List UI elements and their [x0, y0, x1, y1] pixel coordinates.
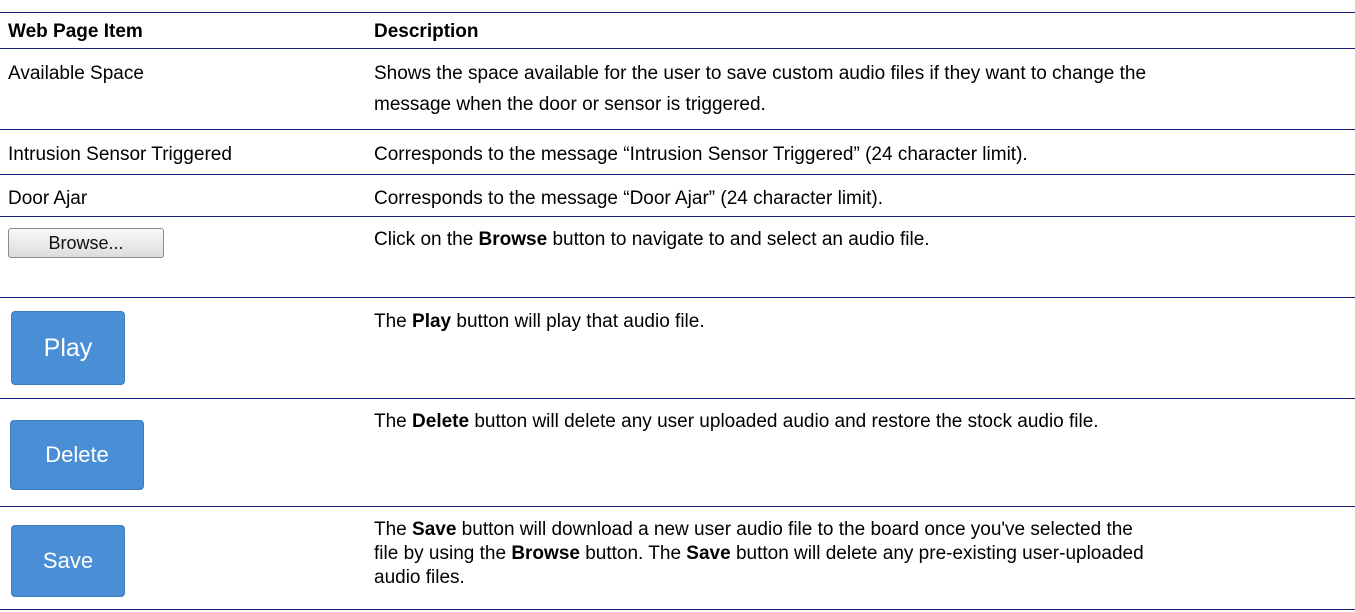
- item-door-ajar: Door Ajar: [8, 188, 88, 209]
- save-button[interactable]: Save: [11, 525, 125, 597]
- description-text: button. The: [579, 543, 687, 564]
- description-line: file by using the Browse button. The Sav…: [374, 542, 1334, 566]
- description-line: audio files.: [374, 567, 465, 588]
- delete-button[interactable]: Delete: [10, 420, 144, 490]
- item-available-space: Available Space: [8, 63, 144, 84]
- description-text: button to navigate to and select an audi…: [547, 229, 930, 250]
- description-bold: Browse: [478, 229, 548, 250]
- play-button[interactable]: Play: [11, 311, 125, 385]
- table-header-row: Web Page Item Description: [0, 12, 1355, 49]
- table-row: Available Space Shows the space availabl…: [0, 48, 1355, 127]
- description-bold: Save: [686, 543, 731, 564]
- table-row: Browse... Click on the Browse button to …: [0, 216, 1355, 277]
- description-save: The Save button will download a new user…: [374, 518, 1334, 590]
- table-row: Door Ajar Corresponds to the message “Do…: [0, 174, 1355, 215]
- description-play: The Play button will play that audio fil…: [374, 310, 1334, 334]
- description-door-ajar: Corresponds to the message “Door Ajar” (…: [374, 188, 883, 209]
- item-intrusion-sensor-triggered: Intrusion Sensor Triggered: [8, 144, 232, 165]
- description-text: The: [374, 519, 413, 540]
- description-available-space: Shows the space available for the user t…: [374, 62, 1334, 117]
- description-line: The Save button will download a new user…: [374, 518, 1334, 542]
- description-intrusion-sensor-triggered: Corresponds to the message “Intrusion Se…: [374, 144, 1028, 165]
- table-row: Save The Save button will download a new…: [0, 506, 1355, 610]
- table-row: Delete The Delete button will delete any…: [0, 398, 1355, 491]
- description-text: The: [374, 311, 413, 332]
- description-delete: The Delete button will delete any user u…: [374, 410, 1334, 434]
- description-bold: Play: [412, 311, 452, 332]
- description-bold: Delete: [412, 411, 470, 432]
- description-text: file by using the: [374, 543, 512, 564]
- description-text: The: [374, 411, 413, 432]
- description-text: button will delete any user uploaded aud…: [469, 411, 1099, 432]
- description-line: Shows the space available for the user t…: [374, 63, 1147, 84]
- description-text: button will play that audio file.: [451, 311, 705, 332]
- description-text: button will delete any pre-existing user…: [730, 543, 1144, 564]
- description-text: button will download a new user audio fi…: [456, 519, 1133, 540]
- description-text: Click on the: [374, 229, 479, 250]
- description-line: message when the door or sensor is trigg…: [374, 94, 766, 115]
- description-bold: Save: [412, 519, 457, 540]
- description-browse: Click on the Browse button to navigate t…: [374, 228, 1334, 252]
- table-bottom-rule: [0, 609, 1355, 610]
- description-bold: Browse: [511, 543, 580, 564]
- table-row: Play The Play button will play that audi…: [0, 297, 1355, 390]
- header-description: Description: [374, 21, 479, 42]
- browse-button[interactable]: Browse...: [8, 228, 164, 258]
- header-web-page-item: Web Page Item: [8, 21, 143, 42]
